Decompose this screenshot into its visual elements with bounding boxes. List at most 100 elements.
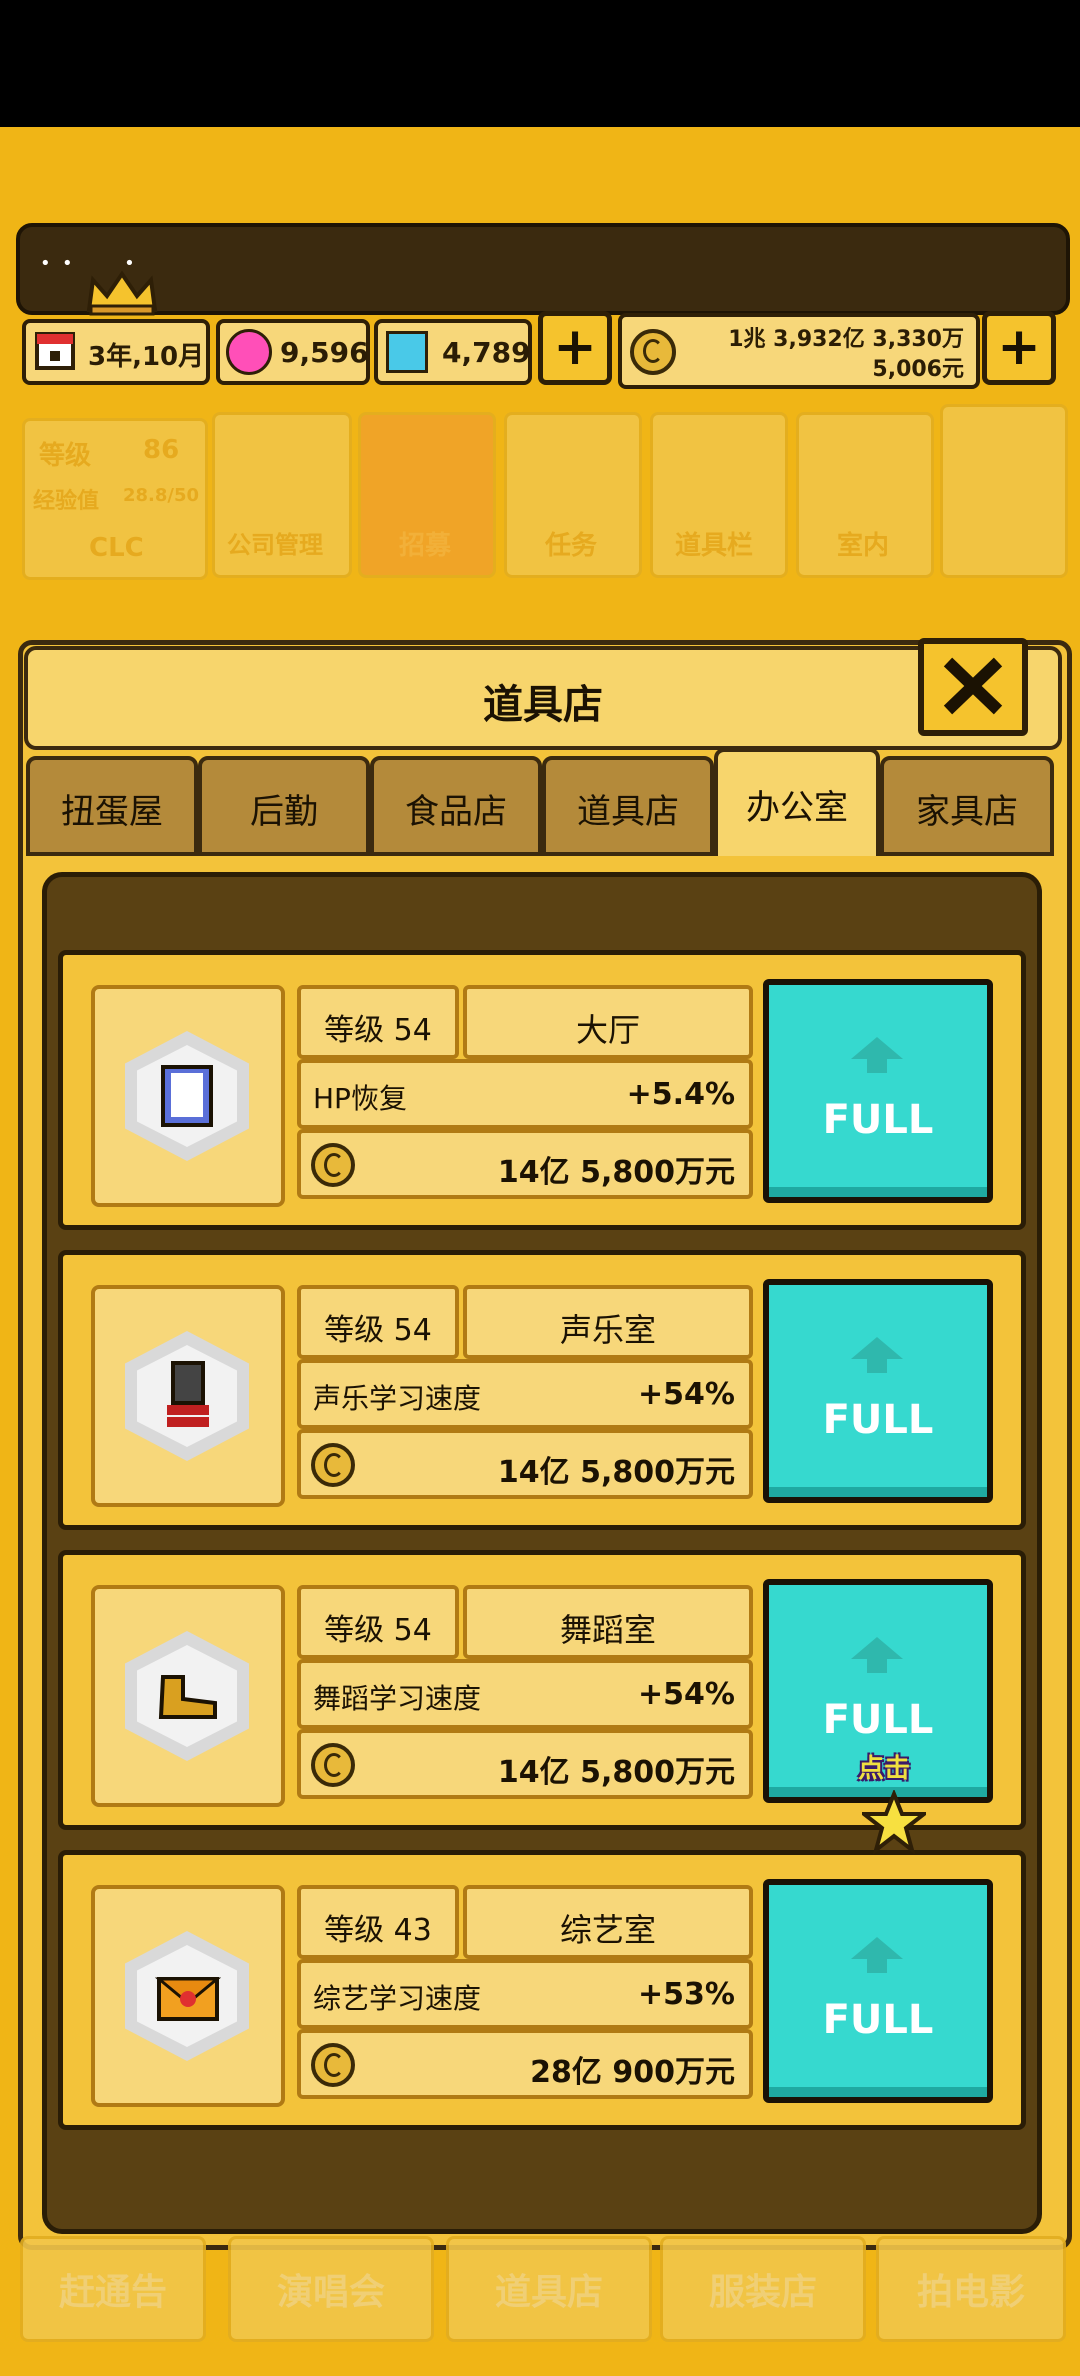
tab-label: 道具店 — [577, 792, 679, 832]
pink-gem-icon — [226, 329, 272, 375]
company-stats-bg: 等级 86 经验值 28.8/50 CLC — [22, 418, 208, 580]
menu-label: 招募 — [399, 531, 452, 561]
money-line2: 5,006元 — [872, 357, 964, 382]
nav-concert[interactable]: 演唱会 — [228, 2236, 434, 2342]
nav-clothing-store[interactable]: 服装店 — [660, 2236, 866, 2342]
up-arrow-icon — [851, 1937, 903, 1973]
stat-box: 舞蹈学习速度 +54% — [297, 1659, 753, 1729]
tab-label: 家具店 — [916, 792, 1018, 832]
buy-diamonds-button[interactable]: + — [538, 311, 612, 385]
coin-icon — [311, 1443, 355, 1487]
top-info-bar: • • • — [16, 223, 1070, 315]
button-label: FULL — [822, 1397, 934, 1443]
nav-item-store[interactable]: 道具店 — [446, 2236, 652, 2342]
nav-label: 道具店 — [494, 2272, 603, 2313]
tab-item-store[interactable]: 道具店 — [542, 756, 714, 856]
stat-value: +54% — [638, 1377, 735, 1412]
nav-label: 拍电影 — [916, 2272, 1025, 2313]
cost-value: 14亿 5,800万元 — [497, 1755, 735, 1790]
button-label: FULL — [822, 1097, 934, 1143]
list-item: 等级 43 综艺室 综艺学习速度 +53% 28亿 900万元 FULL — [58, 1850, 1026, 2130]
exp-value: 28.8/50 — [123, 485, 200, 506]
item-level: 等级 54 — [324, 1013, 432, 1048]
menu-interior[interactable]: 室内 — [796, 412, 934, 578]
name-box: 大厅 — [463, 985, 753, 1059]
coin-icon — [311, 1143, 355, 1187]
heart-currency: 9,596 — [216, 319, 370, 385]
tab-label: 后勤 — [250, 792, 318, 832]
panel-title: 道具店 — [483, 682, 603, 728]
menu-company-management[interactable]: 公司管理 — [212, 412, 352, 578]
menu-label: 道具栏 — [675, 531, 754, 561]
company-name: CLC — [89, 533, 144, 563]
item-name: 大厅 — [575, 1011, 640, 1049]
exp-label: 经验值 — [33, 489, 100, 514]
nav-film[interactable]: 拍电影 — [876, 2236, 1066, 2342]
tab-gacha[interactable]: 扭蛋屋 — [26, 756, 198, 856]
status-bar — [0, 0, 1080, 127]
upgrade-full-button[interactable]: FULL — [763, 1879, 993, 2103]
item-icon-box — [91, 1285, 285, 1507]
up-arrow-icon — [851, 1037, 903, 1073]
level-box: 等级 54 — [297, 1285, 459, 1359]
buy-money-button[interactable]: + — [982, 311, 1056, 385]
list-item: 等级 54 声乐室 声乐学习速度 +54% 14亿 5,800万元 FULL — [58, 1250, 1026, 1530]
stat-box: 综艺学习速度 +53% — [297, 1959, 753, 2029]
stat-label: 声乐学习速度 — [313, 1382, 482, 1415]
button-label: FULL — [822, 1697, 934, 1743]
stat-value: +5.4% — [626, 1077, 735, 1112]
tap-hint-label: 点击 — [858, 1754, 911, 1784]
nav-label: 演唱会 — [276, 2272, 385, 2313]
dance-shoe-icon — [158, 1675, 217, 1719]
tab-food-store[interactable]: 食品店 — [370, 756, 542, 856]
item-level: 等级 54 — [324, 1313, 432, 1348]
menu-label: 任务 — [545, 531, 598, 561]
coin-icon — [630, 329, 676, 375]
stat-label: 舞蹈学习速度 — [313, 1682, 482, 1715]
list-item: 等级 54 大厅 HP恢复 +5.4% 14亿 5,800万元 FULL — [58, 950, 1026, 1230]
calendar-icon — [35, 332, 75, 370]
nav-schedule[interactable]: 赶通告 — [20, 2236, 206, 2342]
cost-box: 14亿 5,800万元 — [297, 1129, 753, 1199]
stat-box: 声乐学习速度 +54% — [297, 1359, 753, 1429]
plus-icon: + — [553, 317, 597, 377]
coin-icon — [311, 1743, 355, 1787]
menu-mail[interactable] — [940, 404, 1068, 578]
upgrade-full-button[interactable]: FULL — [763, 979, 993, 1203]
item-name: 声乐室 — [559, 1311, 656, 1349]
money-display: 1兆 3,932亿 3,330万 5,006元 — [618, 313, 980, 389]
crown-icon — [86, 270, 158, 316]
item-icon-box — [91, 1585, 285, 1807]
tab-furniture-store[interactable]: 家具店 — [880, 756, 1054, 856]
hearts-value: 9,596 — [280, 336, 369, 369]
item-level: 等级 54 — [324, 1613, 432, 1648]
item-icon-box — [91, 985, 285, 1207]
stat-label: HP恢复 — [313, 1082, 407, 1115]
cost-box: 14亿 5,800万元 — [297, 1429, 753, 1499]
menu-label: 室内 — [837, 531, 890, 561]
nav-label: 服装店 — [708, 2272, 817, 2313]
name-box: 综艺室 — [463, 1885, 753, 1959]
money-line1: 1兆 3,932亿 3,330万 — [728, 327, 964, 352]
stat-label: 综艺学习速度 — [313, 1982, 482, 2015]
tab-label: 食品店 — [405, 792, 507, 832]
cost-box: 14亿 5,800万元 — [297, 1729, 753, 1799]
clipboard-icon — [161, 1065, 213, 1127]
menu-inventory[interactable]: 道具栏 — [650, 412, 788, 578]
tab-office[interactable]: 办公室 — [714, 748, 880, 856]
tab-label: 办公室 — [746, 788, 848, 828]
up-arrow-icon — [851, 1337, 903, 1373]
menu-tasks[interactable]: 任务 — [504, 412, 642, 578]
menu-recruit[interactable]: 招募 — [358, 412, 496, 578]
item-name: 综艺室 — [559, 1911, 656, 1949]
upgrade-full-button[interactable]: FULL — [763, 1279, 993, 1503]
diamonds-value: 4,789 — [442, 336, 531, 369]
cost-box: 28亿 900万元 — [297, 2029, 753, 2099]
button-label: FULL — [822, 1997, 934, 2043]
tab-label: 扭蛋屋 — [61, 792, 163, 832]
close-icon — [943, 657, 1003, 715]
cost-value: 28亿 900万元 — [530, 2055, 735, 2090]
close-button[interactable] — [918, 638, 1028, 736]
tab-logistics[interactable]: 后勤 — [198, 756, 370, 856]
microphone-icon — [167, 1361, 209, 1427]
